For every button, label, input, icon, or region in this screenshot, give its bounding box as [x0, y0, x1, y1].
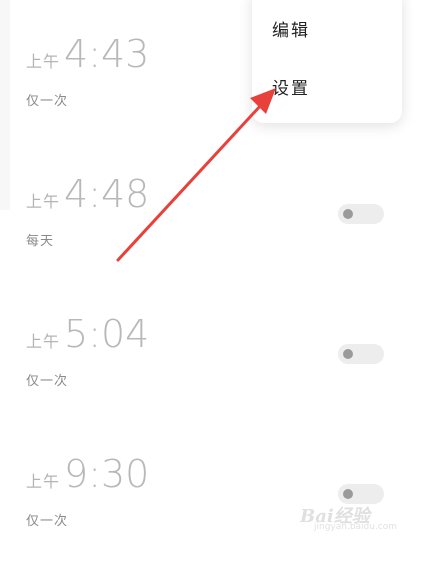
alarm-item[interactable]: 上午 5:04 仅一次 [0, 312, 421, 422]
alarm-time: 4:43 [64, 32, 150, 76]
alarm-time-row: 上午 4:48 [26, 172, 149, 216]
alarm-toggle[interactable] [338, 344, 384, 364]
alarm-ampm: 上午 [26, 192, 61, 211]
alarm-repeat: 仅一次 [26, 94, 69, 109]
alarm-time-row: 上午 9:30 [26, 452, 149, 496]
watermark-logo: Bai经验 jingyan.baidu.com [300, 500, 410, 534]
alarm-item[interactable]: 上午 4:48 每天 [0, 172, 421, 282]
clock-app-screen: 上午 4:43 仅一次 上午 4:48 每天 上午 5:04 仅一次 上午 9:… [0, 0, 421, 544]
toggle-knob [343, 489, 353, 499]
alarm-time-row: 上午 5:04 [26, 312, 149, 356]
menu-item-edit[interactable]: 编辑 [272, 16, 310, 41]
alarm-time: 9:30 [64, 452, 150, 496]
alarm-time: 5:04 [64, 312, 150, 356]
alarm-ampm: 上午 [26, 332, 61, 351]
watermark-sub: jingyan.baidu.com [314, 522, 398, 532]
alarm-repeat: 仅一次 [26, 514, 69, 529]
overflow-menu: 编辑 设置 [252, 0, 402, 123]
menu-item-settings[interactable]: 设置 [272, 74, 310, 99]
alarm-ampm: 上午 [26, 472, 61, 491]
toggle-knob [343, 209, 353, 219]
alarm-time: 4:48 [64, 172, 150, 216]
alarm-repeat: 每天 [26, 234, 55, 249]
alarm-toggle[interactable] [338, 204, 384, 224]
alarm-repeat: 仅一次 [26, 374, 69, 389]
alarm-time-row: 上午 4:43 [26, 32, 149, 76]
toggle-knob [343, 349, 353, 359]
alarm-ampm: 上午 [26, 52, 61, 71]
